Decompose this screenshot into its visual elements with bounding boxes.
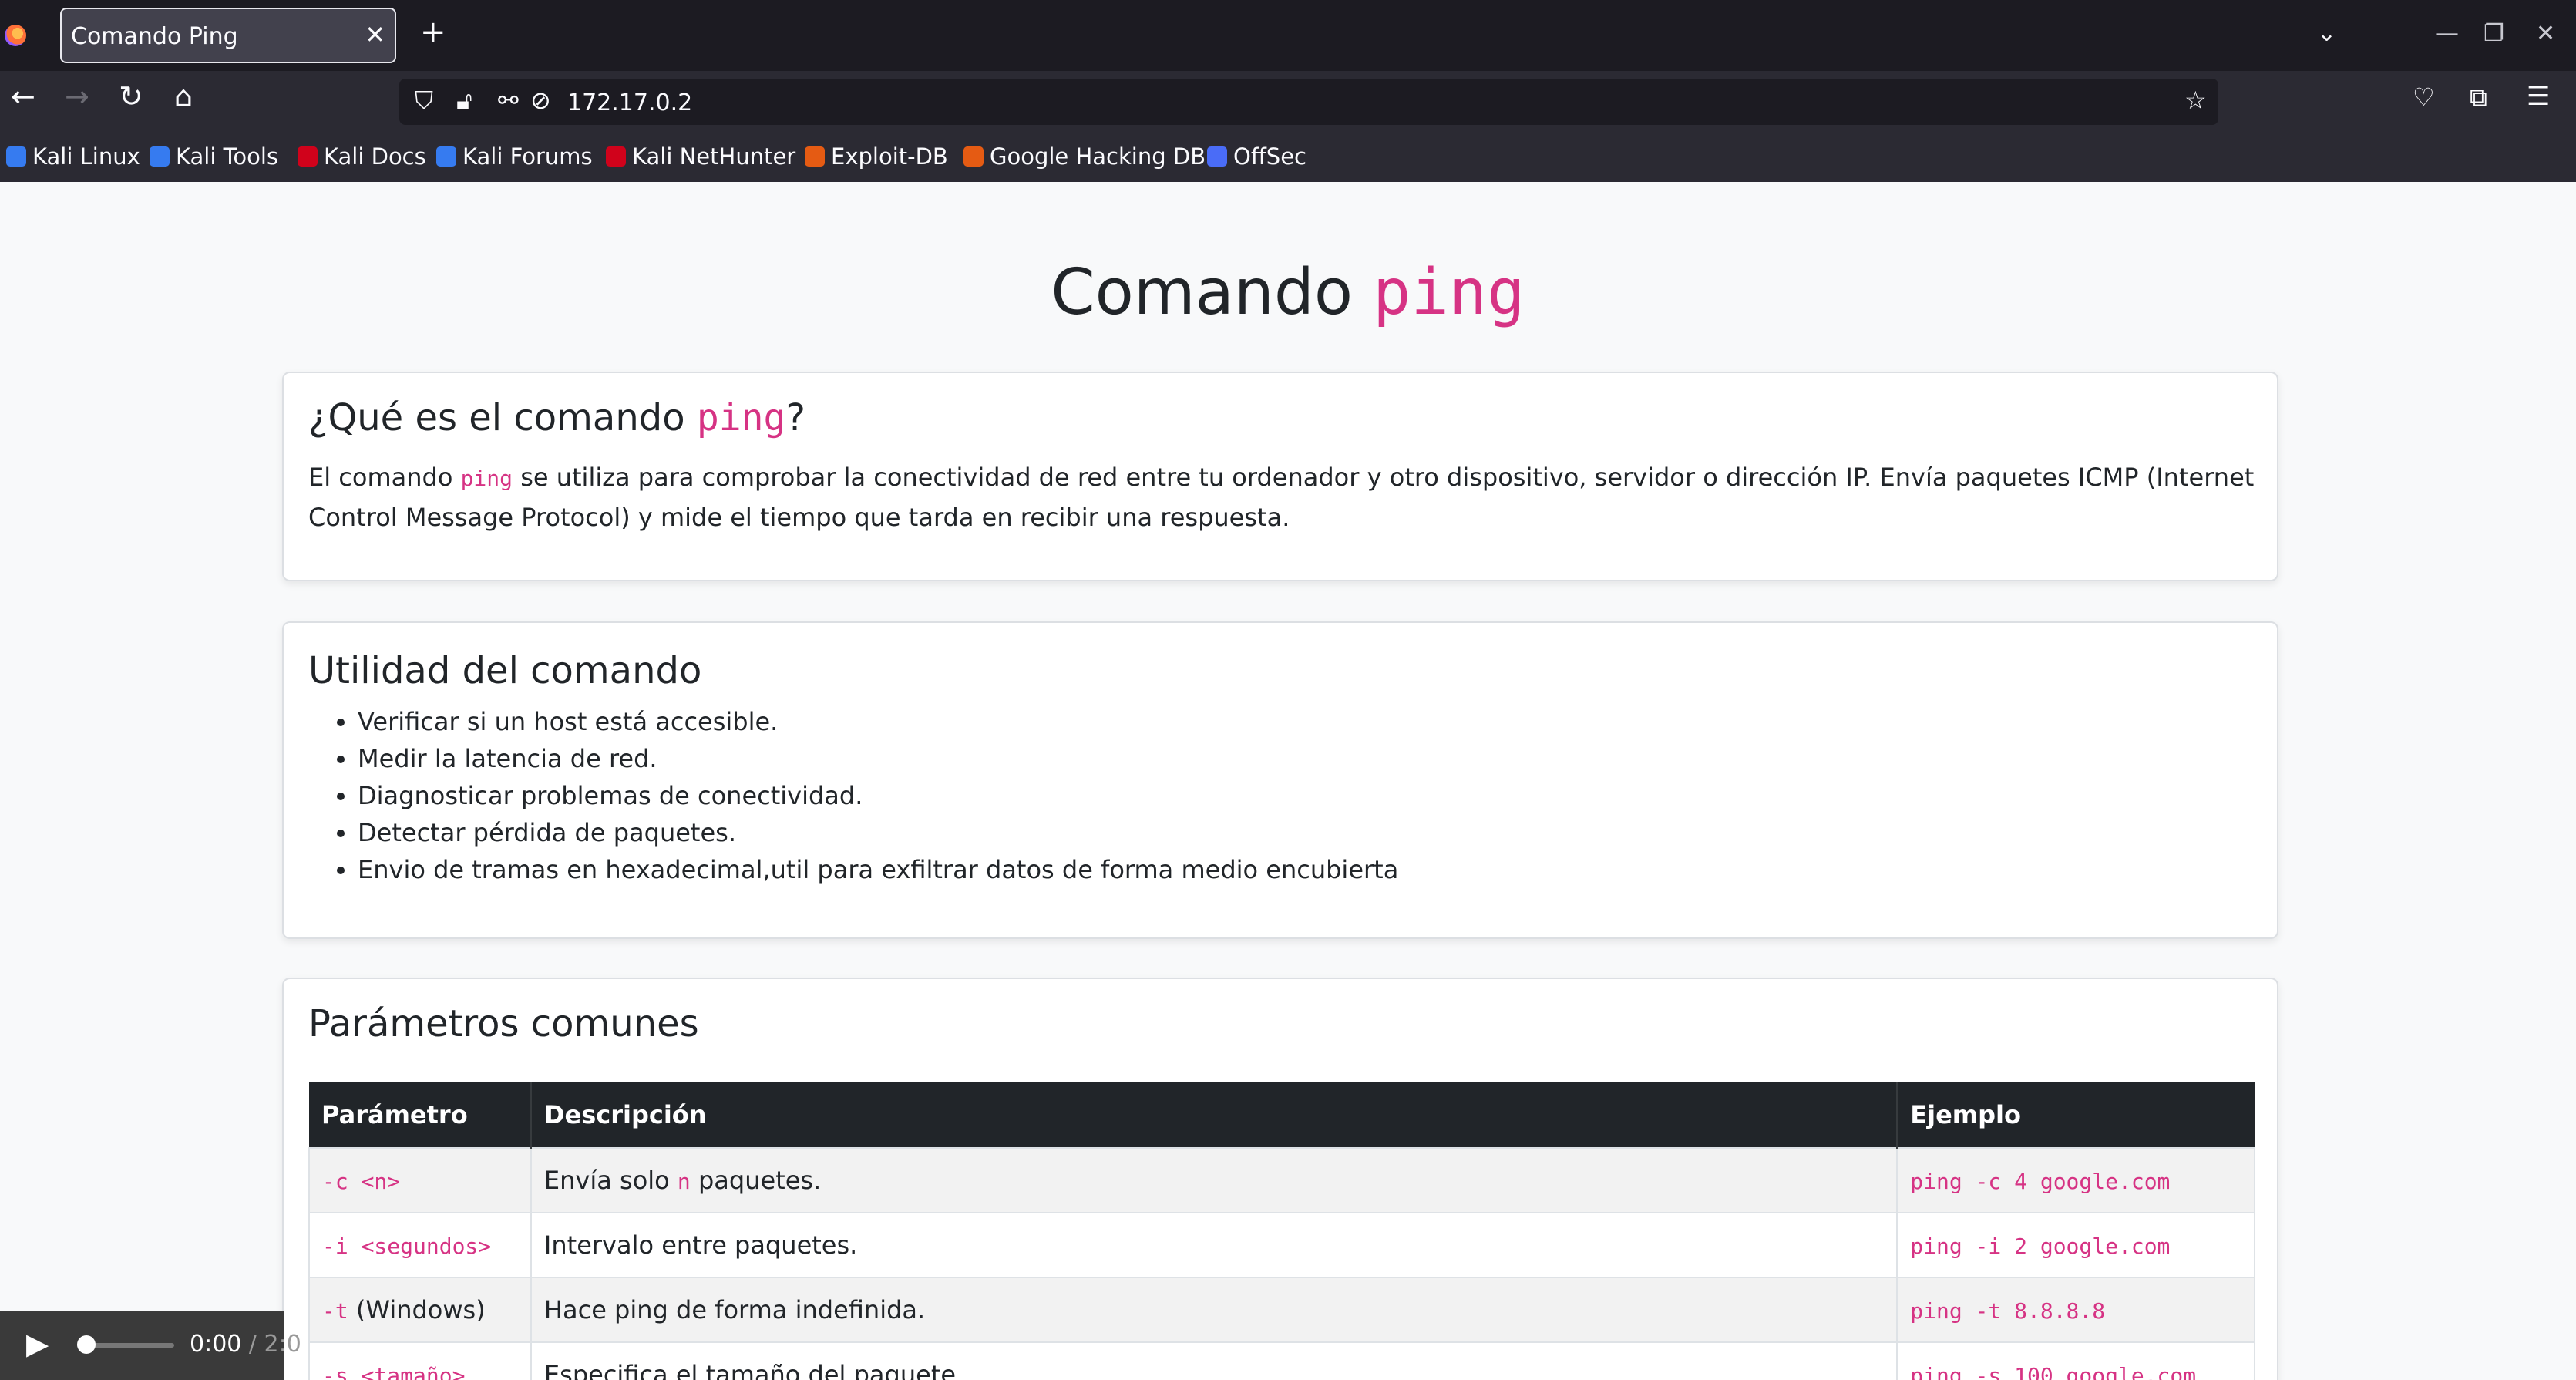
bookmark-kali-tools[interactable]: Kali Tools — [150, 143, 278, 170]
bookmark-kali-docs[interactable]: Kali Docs — [298, 143, 426, 170]
example-cell: ping -t 8.8.8.8 — [1896, 1277, 2255, 1343]
menu-icon[interactable]: ☰ — [2527, 83, 2550, 109]
lock-icon[interactable]: 🔓︎ — [456, 88, 472, 113]
bookmark-exploit-db[interactable]: Exploit-DB — [805, 143, 948, 170]
bookmark-kali-forums[interactable]: Kali Forums — [436, 143, 593, 170]
home-icon[interactable]: ⌂ — [174, 82, 193, 111]
param-cell: -i <segundos> — [308, 1212, 532, 1278]
example-cell: ping -i 2 google.com — [1896, 1212, 2255, 1278]
example-cell: ping -c 4 google.com — [1896, 1147, 2255, 1213]
desc-cell: Hace ping de forma indefinida. — [530, 1277, 1898, 1343]
desc-cell: Envía solo n paquetes. — [530, 1147, 1898, 1213]
example-cell: ping -s 100 google.com — [1896, 1341, 2255, 1380]
kali-icon — [6, 146, 26, 167]
tab-title: Comando Ping — [71, 23, 238, 50]
navigation-toolbar: ← → ↻ ⌂ ⛉ 🔓︎ ⚯ ⊘ 172.17.0.2 ☆ ♡ ⧉ ☰ — [0, 71, 2576, 133]
tracking-icon[interactable]: ⊘ — [530, 88, 551, 113]
utilidad-list: Verificar si un host está accesible. Med… — [308, 703, 1398, 888]
bookmarks-toolbar: Kali Linux Kali Tools Kali Docs Kali For… — [0, 133, 2576, 182]
ghdb-icon — [963, 146, 984, 167]
restore-icon[interactable]: ❐ — [2484, 20, 2504, 47]
list-item: Medir la latencia de red. — [358, 740, 1398, 777]
list-item: Verificar si un host está accesible. — [358, 703, 1398, 740]
reload-icon[interactable]: ↻ — [119, 82, 143, 111]
desc-cell: Intervalo entre paquetes. — [530, 1212, 1898, 1278]
card-heading: Parámetros comunes — [308, 1002, 699, 1045]
url-bar[interactable]: ⛉ 🔓︎ ⚯ ⊘ 172.17.0.2 ☆ — [399, 79, 2218, 125]
tab-strip: Comando Ping ✕ + ⌄ — ❐ ✕ — [0, 0, 2576, 71]
table-row: -c <n> Envía solo n paquetes. ping -c 4 … — [308, 1147, 2255, 1213]
close-icon[interactable]: ✕ — [365, 20, 385, 49]
card-parametros: Parámetros comunes Parámetro Descripción… — [282, 978, 2278, 1380]
extensions-icon[interactable]: ⧉ — [2470, 85, 2487, 109]
list-item: Diagnosticar problemas de conectividad. — [358, 777, 1398, 814]
tab-comando-ping[interactable]: Comando Ping ✕ — [60, 8, 396, 63]
back-arrow-icon[interactable]: ← — [11, 82, 35, 111]
media-time: 0:00 / 2:0 — [190, 1331, 301, 1358]
nethunter-icon — [606, 146, 626, 167]
page-content: Comando ping ¿Qué es el comando ping? El… — [0, 182, 2576, 1380]
seek-handle[interactable] — [77, 1335, 96, 1354]
card-utilidad: Utilidad del comando Verificar si un hos… — [282, 621, 2278, 939]
close-window-icon[interactable]: ✕ — [2536, 20, 2555, 47]
param-cell: -s <tamaño> — [308, 1341, 532, 1380]
card-heading: Utilidad del comando — [308, 649, 702, 692]
list-item: Envio de tramas en hexadecimal,util para… — [358, 851, 1398, 888]
param-cell: -t (Windows) — [308, 1277, 532, 1343]
browser-chrome: Comando Ping ✕ + ⌄ — ❐ ✕ ← → ↻ ⌂ ⛉ 🔓︎ ⚯ … — [0, 0, 2576, 182]
card-what-is-ping: ¿Qué es el comando ping? El comando ping… — [282, 372, 2278, 581]
kali-tools-icon — [150, 146, 170, 167]
params-table: Parámetro Descripción Ejemplo -c <n> Env… — [308, 1082, 2255, 1380]
star-icon[interactable]: ☆ — [2184, 88, 2207, 113]
card-heading: ¿Qué es el comando ping? — [308, 396, 805, 439]
page-title: Comando ping — [1051, 256, 1525, 329]
url-input[interactable]: 172.17.0.2 — [567, 89, 692, 116]
table-header-row: Parámetro Descripción Ejemplo — [309, 1082, 2255, 1148]
table-row: -t (Windows) Hace ping de forma indefini… — [308, 1277, 2255, 1343]
bookmark-kali-nethunter[interactable]: Kali NetHunter — [606, 143, 795, 170]
pocket-icon[interactable]: ♡ — [2413, 85, 2435, 109]
permissions-icon[interactable]: ⚯ — [498, 88, 519, 113]
list-item: Detectar pérdida de paquetes. — [358, 814, 1398, 851]
page-title-code: ping — [1373, 256, 1525, 329]
audio-player: ▶ 0:00 / 2:0 — [0, 1311, 301, 1380]
minimize-icon[interactable]: — — [2436, 20, 2459, 47]
chevron-down-icon[interactable]: ⌄ — [2317, 20, 2336, 47]
offsec-icon — [1207, 146, 1227, 167]
shield-icon[interactable]: ⛉ — [415, 88, 433, 113]
column-header: Parámetro — [309, 1082, 532, 1148]
forward-arrow-icon[interactable]: → — [65, 82, 89, 111]
card-paragraph: El comando ping se utiliza para comproba… — [308, 463, 2255, 532]
new-tab-button[interactable]: + — [420, 17, 446, 48]
kali-docs-icon — [298, 146, 318, 167]
desc-cell: Especifica el tamaño del paquete. — [530, 1341, 1898, 1380]
param-cell: -c <n> — [308, 1147, 532, 1213]
column-header: Ejemplo — [1897, 1082, 2255, 1148]
exploit-db-icon — [805, 146, 825, 167]
kali-forums-icon — [436, 146, 456, 167]
firefox-icon — [5, 25, 26, 46]
bookmark-kali-linux[interactable]: Kali Linux — [6, 143, 140, 170]
table-row: -i <segundos> Intervalo entre paquetes. … — [308, 1212, 2255, 1278]
bookmark-offsec[interactable]: OffSec — [1207, 143, 1306, 170]
play-icon[interactable]: ▶ — [26, 1329, 49, 1358]
column-header: Descripción — [530, 1082, 1898, 1148]
bookmark-google-hacking-db[interactable]: Google Hacking DB — [963, 143, 1206, 170]
table-row: -s <tamaño> Especifica el tamaño del paq… — [308, 1341, 2255, 1380]
